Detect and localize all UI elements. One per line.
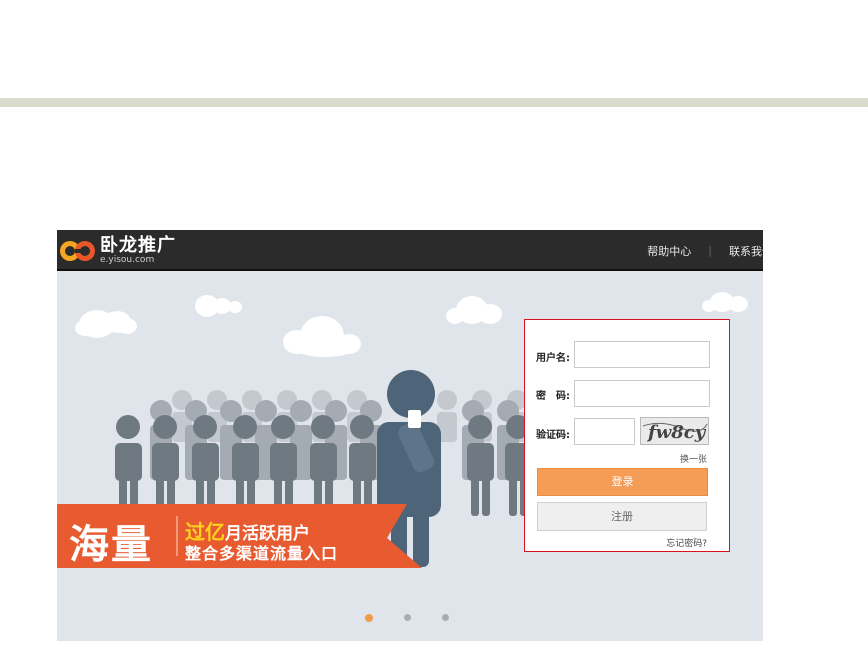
- password-input[interactable]: [574, 380, 710, 407]
- login-panel: 用户名: 密 码: 验证码: fw8cy 换一张 登录 注册 忘记密码?: [524, 319, 730, 552]
- captcha-label: 验证码:: [536, 430, 570, 441]
- site-header: 卧龙推广 e.yisou.com 帮助中心 | 联系我们: [57, 230, 763, 271]
- register-button[interactable]: 注册: [537, 502, 707, 531]
- refresh-captcha-link[interactable]: 换一张: [680, 452, 707, 465]
- password-label: 密 码:: [536, 391, 570, 402]
- header-nav: 帮助中心 | 联系我们: [647, 230, 763, 271]
- nav-help-center[interactable]: 帮助中心: [647, 243, 691, 259]
- slide-dot-3[interactable]: [442, 614, 449, 621]
- site-logo[interactable]: 卧龙推广 e.yisou.com: [59, 237, 176, 265]
- login-button[interactable]: 登录: [537, 468, 708, 496]
- nav-separator: |: [708, 244, 712, 257]
- captcha-text: fw8cy: [646, 422, 707, 443]
- nav-contact-us[interactable]: 联系我们: [729, 243, 763, 259]
- slide-dot-2[interactable]: [404, 614, 411, 621]
- forgot-password-link[interactable]: 忘记密码?: [666, 536, 707, 549]
- username-input[interactable]: [574, 341, 710, 368]
- slide-dot-1[interactable]: [365, 614, 373, 622]
- logo-icon: [59, 239, 97, 263]
- captcha-image[interactable]: fw8cy: [640, 417, 709, 445]
- username-label: 用户名:: [536, 353, 570, 364]
- banner-line2: 整合多渠道流量入口: [185, 544, 339, 563]
- slide-indicator: [57, 610, 763, 626]
- logo-title: 卧龙推广: [100, 235, 176, 256]
- phone-icon: [408, 410, 421, 428]
- top-divider: [0, 98, 868, 107]
- yisou-page: 卧龙推广 e.yisou.com 帮助中心 | 联系我们: [57, 230, 763, 641]
- logo-subtitle: e.yisou.com: [100, 255, 155, 265]
- banner-big-word: 海量: [69, 522, 153, 568]
- captcha-input[interactable]: [574, 418, 635, 445]
